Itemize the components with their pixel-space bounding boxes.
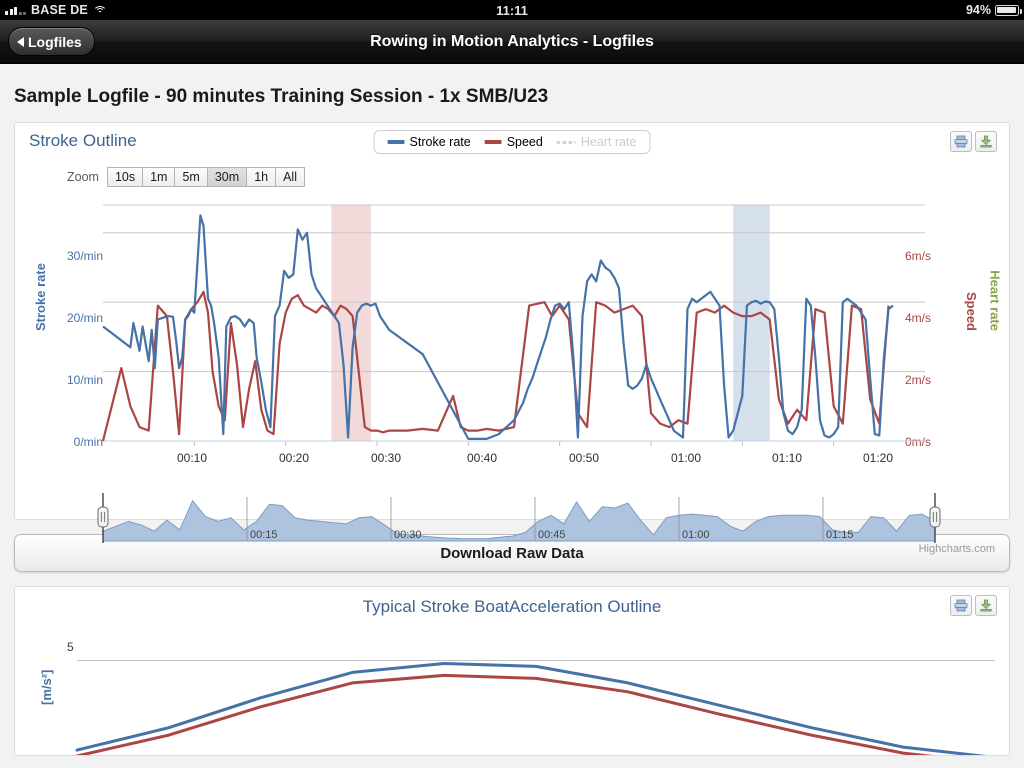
logfile-title: Sample Logfile - 90 minutes Training Ses… xyxy=(14,86,549,107)
navigator-handle-right xyxy=(929,506,941,528)
stroke-outline-svg xyxy=(101,204,925,446)
legend-item-speed[interactable]: Speed xyxy=(484,135,543,149)
boat-acceleration-svg xyxy=(75,659,995,755)
legend-label-stroke-rate: Stroke rate xyxy=(409,135,471,149)
chart-legend: Stroke rate Speed Heart rate xyxy=(373,130,651,154)
legend-label-heart-rate: Heart rate xyxy=(580,135,637,149)
navigation-bar: Logfiles Rowing in Motion Analytics - Lo… xyxy=(0,20,1024,64)
range-button-5m[interactable]: 5m xyxy=(175,167,208,187)
chart-plot-area[interactable]: Stroke rate Speed Heart rate 0/min 10/mi… xyxy=(15,191,1009,491)
series-speed xyxy=(101,290,890,442)
chart-export-buttons xyxy=(950,131,997,152)
range-selector: Zoom 10s 1m 5m 30m 1h All xyxy=(15,163,1009,187)
highcharts-credit: Highcharts.com xyxy=(918,543,995,555)
print-button[interactable] xyxy=(950,131,972,152)
chart2-title: Typical Stroke BoatAcceleration Outline xyxy=(362,597,662,616)
page-content: Sample Logfile - 90 minutes Training Ses… xyxy=(0,64,1024,768)
download-button[interactable] xyxy=(975,131,997,152)
navigator-xtick-3: 01:00 xyxy=(682,529,710,541)
legend-swatch-heart-rate xyxy=(556,140,576,144)
legend-swatch-stroke-rate xyxy=(387,140,405,144)
download-icon xyxy=(980,599,992,612)
back-button-label: Logfiles xyxy=(28,33,82,50)
navigator-area xyxy=(102,499,936,542)
navigator-xtick-1: 00:30 xyxy=(394,529,422,541)
chart2-y-tick-5: 5 xyxy=(67,640,74,654)
chart-navigator[interactable]: 00:15 00:30 00:45 01:00 01:15 Highcharts.com xyxy=(15,493,1009,555)
legend-swatch-speed xyxy=(484,140,502,144)
legend-item-stroke-rate[interactable]: Stroke rate xyxy=(387,135,471,149)
navigator-svg: 00:15 00:30 00:45 01:00 01:15 xyxy=(97,493,941,543)
download-icon xyxy=(980,135,992,148)
range-button-30m[interactable]: 30m xyxy=(207,167,248,187)
chart2-y-axis-title: [m/s²] xyxy=(39,669,54,705)
ios-status-bar: BASE DE 11:11 94% xyxy=(0,0,1024,20)
chart2-export-buttons xyxy=(950,595,997,616)
page-title: Rowing in Motion Analytics - Logfiles xyxy=(370,32,654,50)
range-button-all[interactable]: All xyxy=(276,167,305,187)
chart2-series-1 xyxy=(75,673,934,755)
printer-icon xyxy=(954,135,968,148)
download-button-2[interactable] xyxy=(975,595,997,616)
battery-icon xyxy=(995,4,1022,16)
chart-title: Stroke Outline xyxy=(29,131,137,150)
range-selector-buttons: 10s 1m 5m 30m 1h All xyxy=(106,167,305,187)
chevron-left-icon xyxy=(17,36,24,47)
legend-label-speed: Speed xyxy=(506,135,543,149)
print-button-2[interactable] xyxy=(950,595,972,616)
navigator-handle-left xyxy=(97,506,109,528)
navigator-xtick-0: 00:15 xyxy=(250,529,278,541)
range-button-1m[interactable]: 1m xyxy=(143,167,176,187)
navigator-xtick-4: 01:15 xyxy=(826,529,854,541)
printer-icon xyxy=(954,599,968,612)
plot-band-0 xyxy=(331,205,371,441)
boat-acceleration-panel: Typical Stroke BoatAcceleration Outline … xyxy=(14,586,1010,756)
range-selector-label: Zoom xyxy=(67,170,99,184)
back-button[interactable]: Logfiles xyxy=(8,27,95,56)
range-button-1h[interactable]: 1h xyxy=(247,167,277,187)
status-clock: 11:11 xyxy=(496,2,528,18)
chart-header: Stroke Outline Stroke rate Speed Heart r… xyxy=(15,123,1009,163)
navigator-xtick-2: 00:45 xyxy=(538,529,566,541)
range-button-10s[interactable]: 10s xyxy=(106,167,144,187)
stroke-outline-panel: Stroke Outline Stroke rate Speed Heart r… xyxy=(14,122,1010,555)
legend-item-heart-rate[interactable]: Heart rate xyxy=(556,135,637,149)
series-stroke-rate xyxy=(102,214,894,440)
